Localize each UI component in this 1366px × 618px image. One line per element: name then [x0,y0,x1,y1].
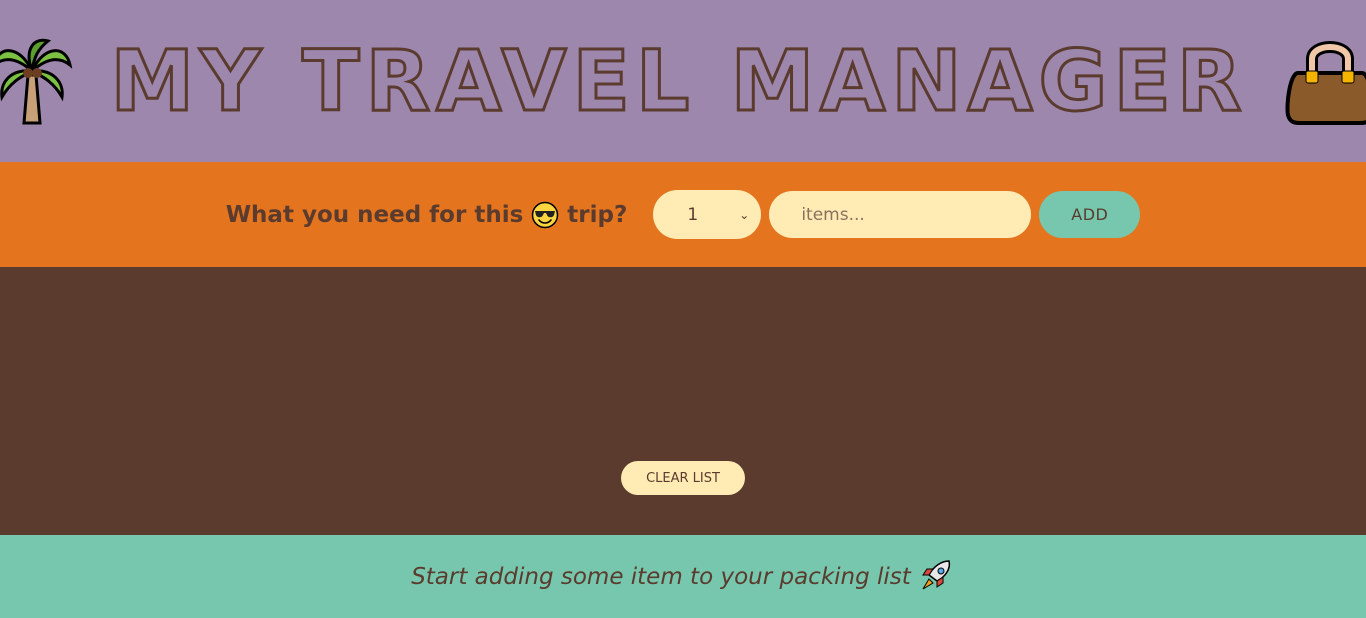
form-question-suffix: trip? [567,201,628,228]
quantity-select[interactable]: 1 ⌄ [653,190,762,239]
header: My Travel Manager [0,0,1366,162]
footer-message: Start adding some item to your packing l… [411,563,911,590]
footer-stats: Start adding some item to your packing l… [0,535,1366,618]
form-question-text: What you need for this [225,201,524,228]
item-input[interactable] [769,191,1032,238]
chevron-down-icon: ⌄ [739,207,750,222]
form-question: What you need for this trip? [225,201,628,229]
rocket-icon [919,559,955,595]
packing-list: Clear list [0,267,1366,535]
clear-list-button[interactable]: Clear list [621,461,745,495]
handbag-icon [1284,35,1366,127]
palm-tree-icon [0,35,74,127]
add-item-form: What you need for this trip? 1 ⌄ Add [0,162,1366,267]
sunglasses-face-icon [531,201,559,229]
quantity-selected-value: 1 [687,204,699,225]
travel-manager-app: My Travel Manager What you need for this… [0,0,1366,618]
page-title: My Travel Manager [109,32,1248,130]
add-button[interactable]: Add [1039,191,1141,238]
